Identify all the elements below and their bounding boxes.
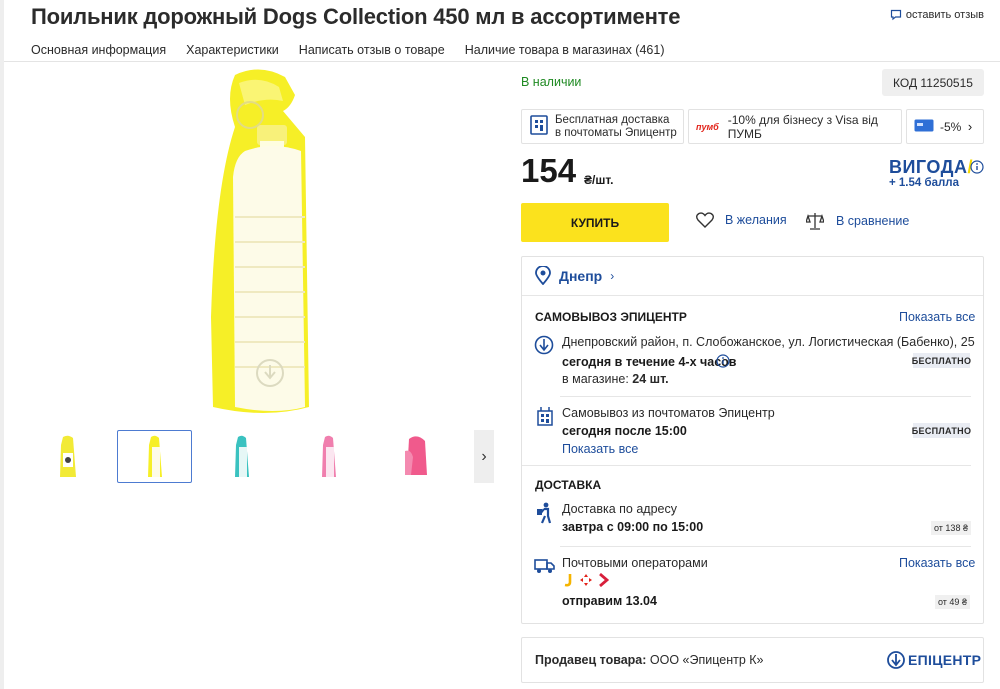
- promo-pumb-text: -10% для бізнесу з Visa від ПУМБ: [727, 112, 878, 141]
- pumb-logo: пумб: [696, 121, 719, 132]
- bonus-brand: ВИГОДА/: [889, 157, 974, 177]
- city-selector[interactable]: Днепр ›: [535, 266, 614, 285]
- address-delivery-time: завтра с 09:00 по 15:00: [562, 520, 704, 534]
- pickup-show-all-link[interactable]: Показать все: [899, 310, 975, 324]
- store-pin-icon: [534, 335, 554, 355]
- epicentr-logo-mark: [887, 651, 905, 669]
- product-main-image[interactable]: [205, 67, 315, 417]
- thumbnail-5[interactable]: [378, 430, 453, 483]
- panel-divider: [522, 295, 983, 296]
- card-icon: [914, 119, 934, 135]
- product-tabs: Основная информация Характеристики Напис…: [31, 43, 665, 57]
- tab-store-availability[interactable]: Наличие товара в магазинах (461): [465, 43, 665, 57]
- location-pin-icon: [535, 266, 551, 285]
- promo-pumb[interactable]: пумб -10% для бізнесу з Visa від ПУМБ: [688, 109, 902, 144]
- truck-icon: [534, 559, 555, 573]
- store-address: Днепровский район, п. Слобожанское, ул. …: [562, 335, 975, 349]
- tab-main-info[interactable]: Основная информация: [31, 43, 166, 57]
- row-divider: [560, 396, 971, 397]
- post-cost: от 49 ₴: [935, 595, 970, 609]
- store-stock: в магазине: 24 шт.: [562, 372, 669, 386]
- promo-card-text: -5%: [940, 119, 962, 134]
- compare-label: В сравнение: [836, 214, 910, 228]
- address-delivery-cost: от 138 ₴: [931, 521, 971, 535]
- info-icon[interactable]: [970, 160, 984, 174]
- epicentr-logo-text: ЕПІЦЕНТР: [908, 652, 982, 668]
- leave-review-link[interactable]: оставить отзыв: [890, 9, 984, 21]
- post-operators-title: Почтовыми операторами: [562, 556, 708, 570]
- seller-info: Продавец товара: ООО «Эпицентр К»: [535, 653, 764, 667]
- ukrposhta-logo: [580, 574, 592, 586]
- price-unit: ₴/шт.: [584, 173, 614, 187]
- justin-logo: [564, 574, 572, 587]
- scales-icon: [806, 213, 824, 230]
- availability-status: В наличии: [521, 75, 582, 89]
- left-edge: [0, 0, 4, 689]
- parcel-locker-icon: [537, 407, 553, 426]
- post-operator-logos: [562, 573, 609, 587]
- buy-button[interactable]: КУПИТЬ: [521, 203, 669, 242]
- address-delivery-title: Доставка по адресу: [562, 502, 677, 516]
- bonus-points: + 1.54 балла: [889, 177, 959, 189]
- leave-review-label: оставить отзыв: [905, 9, 984, 21]
- post-show-all-link[interactable]: Показать все: [899, 556, 975, 570]
- parcel-locker-icon: [529, 115, 549, 138]
- tab-write-review[interactable]: Написать отзыв о товаре: [299, 43, 445, 57]
- free-badge: БЕСПЛАТНО: [912, 353, 971, 368]
- nova-poshta-logo: [599, 573, 609, 587]
- promo-free-delivery[interactable]: Бесплатная доставка в почтоматы Эпицентр: [521, 109, 684, 144]
- panel-divider: [522, 465, 971, 466]
- delivery-section-title: ДОСТАВКА: [535, 478, 602, 492]
- seller-name: ООО «Эпицентр К»: [649, 653, 764, 667]
- page-title: Поильник дорожный Dogs Collection 450 мл…: [31, 4, 681, 29]
- thumbnail-2-selected[interactable]: [117, 430, 192, 483]
- pickup-section-title: САМОВЫВОЗ ЭПИЦЕНТР: [535, 310, 687, 324]
- wishlist-button[interactable]: В желания: [696, 212, 787, 228]
- locker-pickup-title: Самовывоз из почтоматов Эпицентр: [562, 406, 775, 420]
- price-value: 154: [521, 152, 577, 189]
- thumbnail-next-button[interactable]: ›: [474, 430, 494, 483]
- post-send-date: отправим 13.04: [562, 594, 657, 608]
- locker-pickup-time: сегодня после 15:00: [562, 424, 687, 438]
- city-name: Днепр: [559, 267, 603, 284]
- product-code: КОД 11250515: [882, 69, 984, 96]
- compare-button[interactable]: В сравнение: [806, 212, 909, 230]
- promo-next-button[interactable]: ›: [961, 115, 979, 137]
- free-badge: БЕСПЛАТНО: [912, 423, 971, 438]
- wishlist-label: В желания: [725, 213, 787, 227]
- heart-icon: [696, 212, 714, 228]
- thumbnail-strip: [30, 430, 453, 483]
- tab-characteristics[interactable]: Характеристики: [186, 43, 279, 57]
- thumbnail-1[interactable]: [30, 430, 105, 483]
- chevron-right-icon: ›: [610, 268, 615, 283]
- thumbnail-3[interactable]: [204, 430, 279, 483]
- promo-free-delivery-text: Бесплатная доставка в почтоматы Эпицентр: [555, 113, 677, 139]
- row-divider: [560, 546, 971, 547]
- courier-icon: [537, 502, 552, 524]
- epicentr-logo[interactable]: ЕПІЦЕНТР: [887, 651, 981, 669]
- info-icon[interactable]: [716, 354, 730, 368]
- store-pickup-time: сегодня в течение 4-х часов: [562, 355, 737, 369]
- thumbnail-4[interactable]: [291, 430, 366, 483]
- comment-icon: [890, 9, 901, 21]
- locker-show-all-link[interactable]: Показать все: [562, 442, 638, 456]
- header-divider: [4, 61, 1000, 62]
